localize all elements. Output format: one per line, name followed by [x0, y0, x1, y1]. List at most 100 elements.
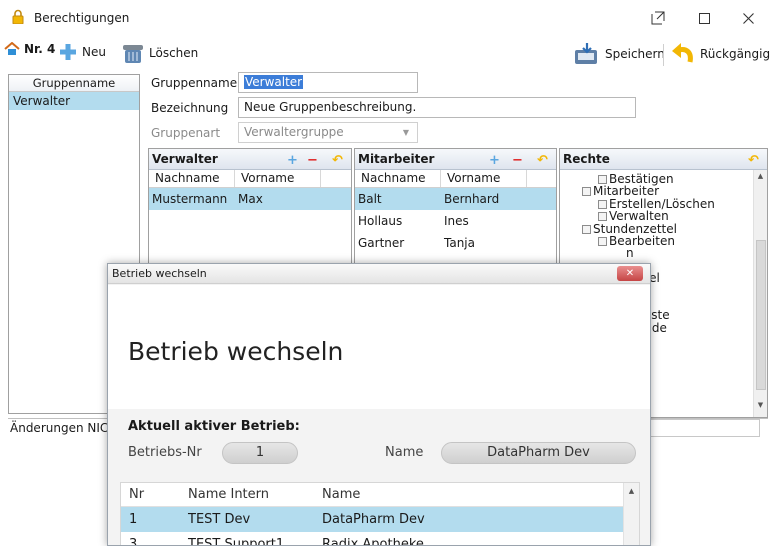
- cell-nachname: Hollaus: [358, 214, 403, 228]
- cell-vorname: Ines: [444, 214, 469, 228]
- title-bar: Berechtigungen: [0, 0, 770, 34]
- company-name-value: DataPharm Dev: [441, 442, 636, 464]
- scrollbar-thumb[interactable]: [756, 240, 766, 390]
- group-name-label: Gruppenname: [151, 76, 238, 90]
- checkbox[interactable]: [582, 187, 591, 197]
- verwalter-grid-title: Verwalter: [152, 152, 218, 166]
- undo-label: Rückgängig: [700, 47, 770, 61]
- cell-nachname: Balt: [358, 192, 382, 206]
- record-number-label: Nr. 4: [24, 42, 56, 56]
- rechte-scrollbar[interactable]: ▲ ▼: [753, 170, 767, 417]
- column-vorname[interactable]: Vorname: [441, 170, 527, 187]
- table-row[interactable]: Balt Bernhard: [355, 188, 556, 210]
- remove-icon[interactable]: −: [512, 151, 523, 171]
- cell-name-intern: TEST Support1: [188, 537, 285, 546]
- cell-vorname: Tanja: [444, 236, 475, 250]
- description-label: Bezeichnung: [151, 101, 229, 115]
- lock-icon: [12, 9, 24, 24]
- rechte-header: Rechte ↶: [560, 149, 767, 170]
- list-item[interactable]: Verwalter: [9, 92, 139, 110]
- cell-name-intern: TEST Dev: [188, 512, 251, 527]
- group-name-input[interactable]: Verwalter: [238, 72, 418, 93]
- active-company-section: Aktuell aktiver Betrieb:: [128, 419, 300, 434]
- undo-icon: [672, 43, 693, 63]
- table-row[interactable]: 1 TEST Dev DataPharm Dev: [121, 507, 639, 532]
- tree-item[interactable]: n: [560, 247, 767, 259]
- description-input[interactable]: Neue Gruppenbeschreibung.: [238, 97, 636, 118]
- undo-icon[interactable]: ↶: [748, 151, 759, 171]
- switch-company-dialog: Betrieb wechseln ✕ Betrieb wechseln Aktu…: [107, 263, 651, 546]
- cell-nr: 1: [129, 512, 138, 527]
- column-nr[interactable]: Nr: [121, 483, 176, 506]
- scroll-up-icon[interactable]: ▲: [754, 170, 767, 180]
- maximize-button[interactable]: [684, 6, 724, 30]
- new-label: Neu: [82, 45, 106, 59]
- company-table-scrollbar[interactable]: ▲: [623, 483, 639, 545]
- restore-button[interactable]: [638, 6, 678, 30]
- cell-nr: 3: [129, 537, 138, 546]
- add-icon: [60, 44, 76, 60]
- group-type-select[interactable]: Verwaltergruppe ▼: [238, 122, 418, 143]
- table-row[interactable]: Gartner Tanja: [355, 232, 556, 254]
- close-icon: ✕: [625, 268, 635, 279]
- cell-name: Radix Apotheke: [322, 537, 424, 546]
- cell-name: DataPharm Dev: [322, 512, 425, 527]
- dialog-heading: Betrieb wechseln: [128, 337, 344, 366]
- company-table-header: Nr Name Intern Name: [121, 483, 639, 507]
- save-button[interactable]: Speichern: [573, 42, 665, 66]
- table-row[interactable]: Hollaus Ines: [355, 210, 556, 232]
- checkbox[interactable]: [598, 212, 607, 222]
- scroll-up-icon[interactable]: ▲: [624, 483, 639, 495]
- tree-item[interactable]: Bearbeiten: [560, 235, 767, 247]
- close-icon: [742, 12, 754, 24]
- delete-button[interactable]: Löschen: [121, 42, 198, 64]
- add-icon[interactable]: +: [489, 151, 500, 171]
- mitarbeiter-grid-title: Mitarbeiter: [358, 152, 435, 166]
- verwalter-column-header: Nachname Vorname: [149, 170, 351, 188]
- window-title: Berechtigungen: [34, 11, 130, 25]
- undo-icon[interactable]: ↶: [537, 151, 548, 171]
- column-nachname[interactable]: Nachname: [149, 170, 235, 187]
- undo-button[interactable]: Rückgängig: [670, 42, 770, 66]
- dialog-title: Betrieb wechseln: [108, 264, 650, 284]
- dialog-close-button[interactable]: ✕: [617, 266, 643, 281]
- add-icon[interactable]: +: [287, 151, 298, 171]
- chevron-down-icon: ▼: [402, 128, 409, 137]
- new-button[interactable]: Neu: [58, 42, 106, 62]
- checkbox[interactable]: [598, 199, 607, 209]
- record-number[interactable]: Nr. 4: [4, 42, 55, 56]
- checkbox[interactable]: [582, 224, 591, 234]
- dialog-header: Betrieb wechseln: [108, 285, 650, 409]
- table-row[interactable]: Mustermann Max: [149, 188, 351, 210]
- mitarbeiter-column-header: Nachname Vorname: [355, 170, 556, 188]
- toolbar: Nr. 4 Neu Löschen Speichern Rückgängig: [0, 36, 770, 68]
- group-type-label: Gruppenart: [151, 126, 221, 140]
- column-name-intern[interactable]: Name Intern: [176, 483, 316, 506]
- mitarbeiter-grid-header: Mitarbeiter + − ↶: [355, 149, 556, 170]
- company-number-label: Betriebs-Nr: [128, 445, 202, 460]
- cell-nachname: Gartner: [358, 236, 405, 250]
- undo-icon[interactable]: ↶: [332, 151, 343, 171]
- column-name[interactable]: Name: [316, 483, 639, 506]
- checkbox[interactable]: [598, 175, 607, 184]
- checkbox[interactable]: [598, 236, 607, 246]
- toolbar-separator: [663, 44, 664, 66]
- close-button[interactable]: [728, 6, 768, 30]
- save-label: Speichern: [605, 47, 665, 61]
- cell-vorname: Bernhard: [444, 192, 500, 206]
- tree-item[interactable]: Bestätigen: [560, 173, 767, 185]
- delete-label: Löschen: [149, 46, 199, 60]
- save-icon: [575, 43, 597, 64]
- remove-icon[interactable]: −: [307, 151, 318, 171]
- column-vorname[interactable]: Vorname: [235, 170, 321, 187]
- scroll-down-icon[interactable]: ▼: [754, 401, 767, 409]
- cell-vorname: Max: [238, 192, 263, 206]
- table-row[interactable]: 3 TEST Support1 Radix Apotheke: [121, 532, 639, 546]
- group-list-header[interactable]: Gruppenname: [9, 75, 139, 92]
- column-nachname[interactable]: Nachname: [355, 170, 441, 187]
- verwalter-grid-header: Verwalter + − ↶: [149, 149, 351, 170]
- restore-icon: [651, 11, 665, 25]
- home-icon: [4, 42, 20, 55]
- description-value: Neue Gruppenbeschreibung.: [244, 100, 417, 114]
- status-text: Änderungen NIC: [10, 421, 109, 435]
